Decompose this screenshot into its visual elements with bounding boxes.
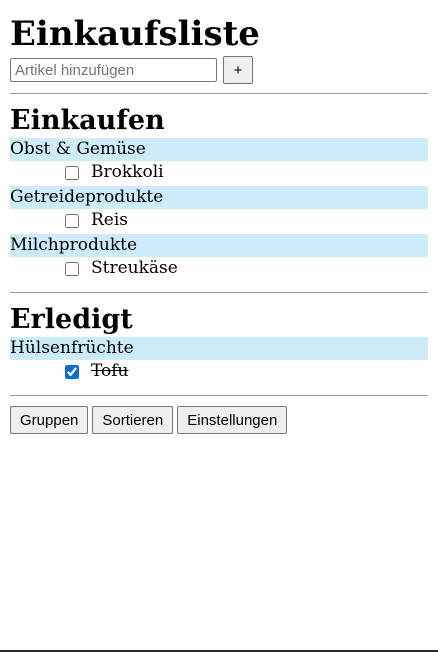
divider — [10, 292, 428, 293]
item-checkbox[interactable] — [65, 165, 79, 180]
item-checkbox[interactable] — [65, 261, 79, 276]
group-milchprodukte: Milchprodukte Streukäse — [10, 234, 428, 280]
list-item: Reis — [10, 209, 428, 232]
list-item: Streukäse — [10, 257, 428, 280]
group-getreideprodukte: Getreideprodukte Reis — [10, 186, 428, 232]
item-label[interactable]: Reis — [91, 209, 128, 232]
add-item-row: + — [10, 56, 428, 84]
done-list: Hülsenfrüchte Tofu — [10, 337, 428, 383]
sort-button[interactable]: Sortieren — [92, 406, 174, 434]
settings-button[interactable]: Einstellungen — [177, 406, 288, 434]
list-item: Brokkoli — [10, 161, 428, 184]
add-item-button[interactable]: + — [223, 56, 253, 84]
footer-toolbar: Gruppen Sortieren Einstellungen — [10, 406, 428, 434]
app-container: Einkaufsliste + Einkaufen Obst & Gemüse … — [0, 14, 438, 434]
group-obst-gemuese: Obst & Gemüse Brokkoli — [10, 138, 428, 184]
divider — [10, 93, 428, 94]
item-checkbox[interactable] — [65, 213, 79, 228]
item-label[interactable]: Brokkoli — [91, 161, 164, 184]
item-label[interactable]: Streukäse — [91, 257, 178, 280]
group-label: Obst & Gemüse — [10, 138, 428, 161]
item-checkbox[interactable] — [65, 364, 79, 379]
groups-button[interactable]: Gruppen — [10, 406, 89, 434]
shopping-heading: Einkaufen — [10, 105, 165, 136]
done-heading: Erledigt — [10, 304, 133, 335]
group-label: Milchprodukte — [10, 234, 428, 257]
page-title: Einkaufsliste — [10, 14, 260, 54]
list-item: Tofu — [10, 360, 428, 383]
item-label[interactable]: Tofu — [91, 360, 129, 383]
group-label: Hülsenfrüchte — [10, 337, 428, 360]
divider — [10, 395, 428, 396]
group-huelsenfruechte: Hülsenfrüchte Tofu — [10, 337, 428, 383]
shopping-list: Obst & Gemüse Brokkoli Getreideprodukte … — [10, 138, 428, 280]
group-label: Getreideprodukte — [10, 186, 428, 209]
add-item-input[interactable] — [10, 58, 217, 82]
